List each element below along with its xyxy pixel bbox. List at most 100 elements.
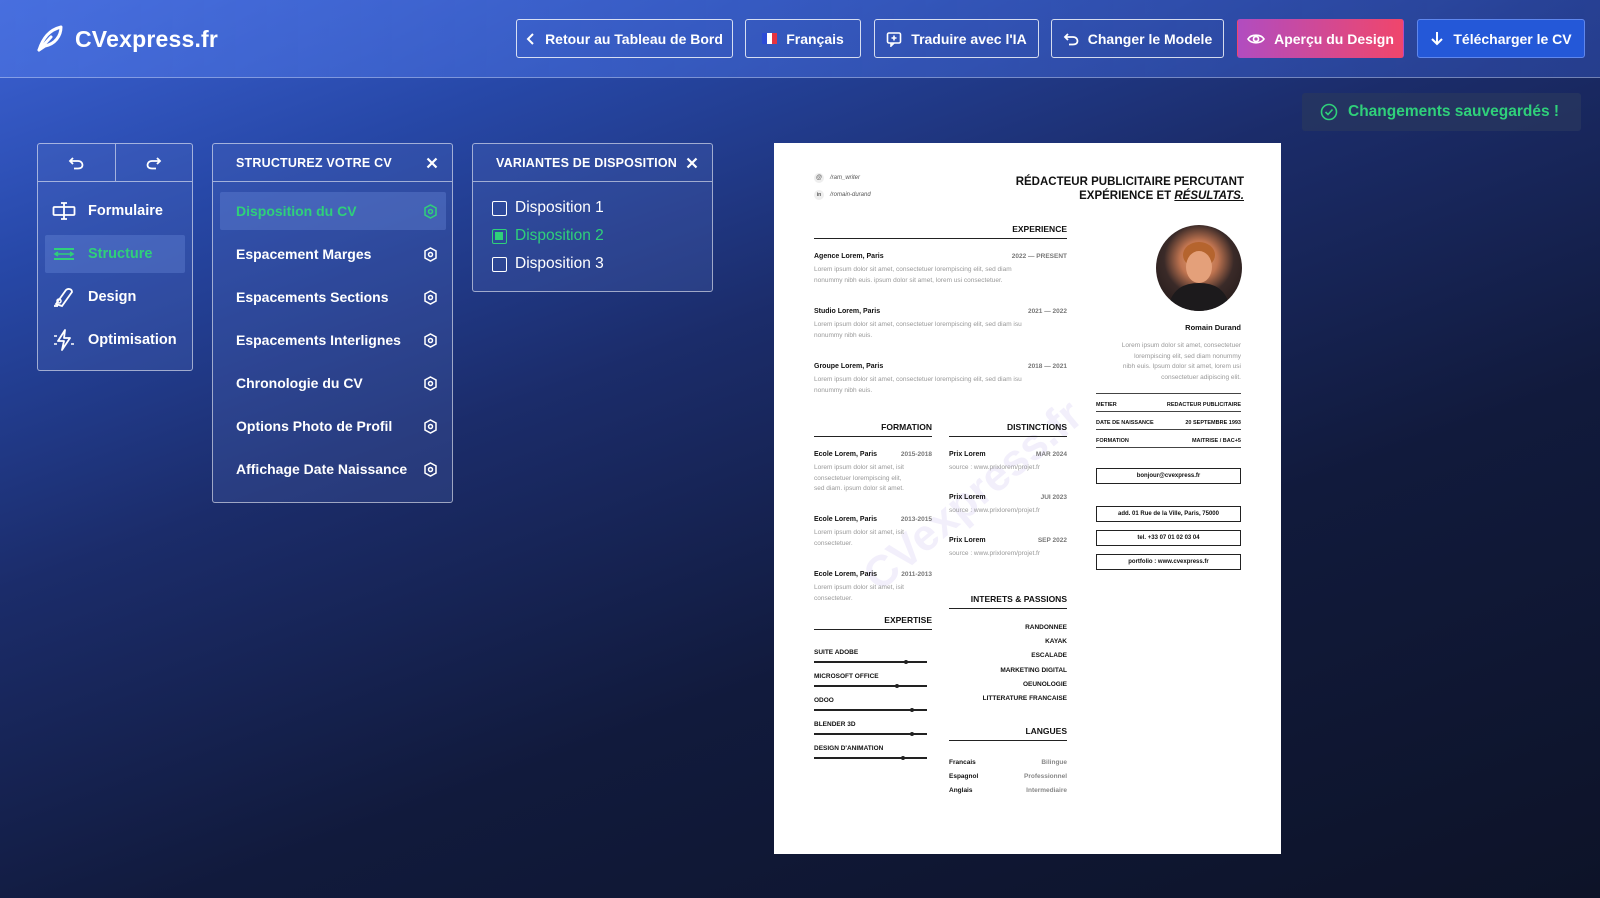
info-table: METIER REDACTEUR PUBLICITAIRE DATE DE NAI…	[1096, 393, 1241, 448]
skill-level-dot	[910, 708, 915, 712]
social-handle: @ /ram_writer	[814, 173, 860, 183]
undo-button[interactable]	[38, 144, 116, 181]
ai-translate-icon	[886, 31, 902, 47]
checkbox[interactable]	[492, 200, 507, 216]
language-level: Intermediaire	[1026, 787, 1067, 795]
tool-item-label: Structure	[88, 246, 153, 262]
info-key: METIER	[1096, 402, 1117, 408]
skill-level-dot	[904, 660, 909, 664]
info-value: 20 SEPTEMBRE 1993	[1185, 420, 1241, 426]
settings-icon	[424, 203, 437, 219]
interest-item: RANDONNEE	[1025, 624, 1067, 631]
job-name: Studio Lorem, Paris	[814, 308, 881, 315]
design-preview-button[interactable]: Aperçu du Design	[1237, 19, 1404, 58]
structure-item[interactable]: Espacement Marges	[220, 235, 446, 273]
award-source: source : www.prixlorem/projet.fr	[949, 507, 1041, 514]
skill-name: DESIGN D'ANIMATION	[814, 745, 884, 752]
structure-item[interactable]: Options Photo de Profil	[220, 407, 446, 445]
bio-line: nibh euis. Ipsum dolor sit amet, lorem u…	[1122, 363, 1241, 370]
settings-icon	[424, 289, 437, 305]
school-desc: consectetuer lorempiscing elit,	[814, 474, 902, 482]
school-date: 2015-2018	[900, 451, 932, 458]
interest-item: LITTERATURE FRANCAISE	[982, 695, 1067, 703]
job-name: Agence Lorem, Paris	[814, 253, 884, 260]
profile-photo	[1156, 225, 1242, 311]
checkbox[interactable]	[492, 256, 507, 272]
back-to-dashboard-button[interactable]: Retour au Tableau de Bord	[516, 19, 733, 58]
social-linkedin-text: /romain-durand	[830, 192, 871, 198]
settings-icon	[424, 332, 437, 348]
info-row: FORMATION MAITRISE / BAC+5	[1096, 430, 1241, 448]
school-date: 2011-2013	[901, 571, 932, 578]
phone-box: tel. +33 07 01 02 03 04	[1096, 530, 1241, 546]
tool-item-structure[interactable]: Structure	[45, 235, 185, 273]
variant-option[interactable]: Disposition 2	[492, 227, 604, 245]
optimisation-icon	[54, 329, 74, 351]
tool-item-label: Formulaire	[88, 203, 163, 219]
close-icon[interactable]	[426, 157, 438, 169]
structure-item[interactable]: Affichage Date Naissance	[220, 450, 446, 488]
logo-text: CVexpress.fr	[75, 25, 219, 52]
variant-option[interactable]: Disposition 3	[492, 255, 604, 273]
formation-entry: Ecole Lorem, Paris 2011-2013 Lorem ipsum …	[814, 571, 932, 604]
formation-entry: Ecole Lorem, Paris 2015-2018 Lorem ipsum …	[814, 451, 932, 495]
download-arrow-icon	[1431, 32, 1444, 46]
settings-icon	[424, 375, 437, 391]
eye-icon	[1247, 33, 1266, 44]
skill-entry: SUITE ADOBE	[814, 649, 927, 664]
redo-button[interactable]	[116, 144, 193, 181]
structure-item[interactable]: Espacements Interlignes	[220, 321, 446, 359]
download-cv-button[interactable]: Télécharger le CV	[1417, 19, 1585, 58]
school-desc: consectetuer.	[814, 539, 853, 547]
info-value: MAITRISE / BAC+5	[1191, 438, 1241, 444]
linkedin-icon: in	[814, 190, 824, 200]
saved-status-text: Changements sauvegardés !	[1348, 103, 1560, 120]
school-desc: Lorem ipsum dolor sit amet, isit	[814, 529, 904, 536]
structure-item[interactable]: Disposition du CV	[220, 192, 446, 230]
variants-panel-title: VARIANTES DE DISPOSITION	[496, 155, 677, 170]
school-desc: Lorem ipsum dolor sit amet, isit	[814, 464, 904, 471]
language-row: Espagnol Professionnel	[949, 770, 1067, 784]
settings-icon	[424, 246, 437, 262]
form-icon	[52, 202, 76, 220]
skill-bar	[814, 756, 927, 760]
translate-ai-button[interactable]: Traduire avec l'IA	[874, 19, 1039, 58]
skill-level-dot	[901, 756, 905, 760]
tool-item-design[interactable]: Design	[45, 278, 185, 316]
tool-item-optimisation[interactable]: Optimisation	[45, 321, 185, 359]
skill-name: MICROSOFT OFFICE	[814, 673, 879, 680]
structure-item[interactable]: Espacements Sections	[220, 278, 446, 316]
change-model-label: Changer le Modele	[1087, 30, 1213, 47]
info-key: FORMATION	[1096, 438, 1129, 444]
structure-item-label: Affichage Date Naissance	[236, 461, 408, 477]
structure-item[interactable]: Chronologie du CV	[220, 364, 446, 402]
language-button[interactable]: Français	[745, 19, 861, 58]
section-title-interests: INTERETS & PASSIONS	[949, 594, 1067, 609]
close-icon[interactable]	[686, 157, 698, 169]
email-box: bonjour@cvexpress.fr	[1096, 468, 1241, 484]
saved-status-badge: Changements sauvegardés !	[1302, 93, 1581, 131]
cv-preview[interactable]: CVexpress.fr @ /ram_writer in /romain-du…	[774, 143, 1281, 854]
language-label: Français	[786, 30, 844, 47]
language-row: Anglais Intermediaire	[949, 784, 1067, 798]
checkbox-checked[interactable]	[492, 228, 507, 244]
address-box: add. 01 Rue de la Ville, Paris, 75000	[1096, 506, 1241, 522]
language-name: Francais	[949, 759, 976, 766]
portfolio-box: portfolio : www.cvexpress.fr	[1096, 554, 1241, 570]
variant-option[interactable]: Disposition 1	[492, 199, 604, 217]
award-name: Prix Lorem	[949, 494, 986, 501]
formation-entry: Ecole Lorem, Paris 2013-2015 Lorem ipsum …	[814, 516, 932, 549]
section-title-distinctions: DISTINCTIONS	[949, 422, 1067, 437]
top-bar: CVexpress.fr Retour au Tableau de Bord F…	[0, 0, 1600, 78]
chevron-left-icon	[526, 32, 534, 45]
tool-item-formulaire[interactable]: Formulaire	[45, 192, 185, 230]
interest-item: ESCALADE	[1031, 652, 1067, 660]
experience-entry: Studio Lorem, Paris 2021 — 2022 Lorem ips…	[814, 308, 1067, 341]
skill-bar	[814, 660, 927, 664]
info-row: METIER REDACTEUR PUBLICITAIRE	[1096, 394, 1241, 412]
tools-panel: Formulaire Structure Design Optimisation	[37, 143, 193, 371]
award-source: source : www.prixlorem/projet.fr	[949, 464, 1041, 471]
logo[interactable]: CVexpress.fr	[33, 22, 218, 56]
change-model-button[interactable]: Changer le Modele	[1051, 19, 1224, 58]
school-desc: sed diam. ipsum dolor sit amet.	[814, 485, 904, 492]
